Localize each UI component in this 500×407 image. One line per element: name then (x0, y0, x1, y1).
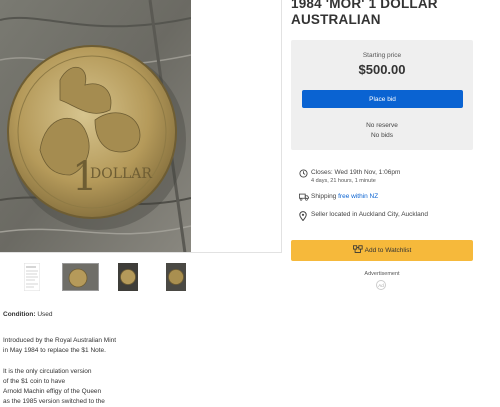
starting-price-value: $500.00 (358, 62, 406, 77)
thumbnail-coin-3[interactable] (166, 263, 186, 291)
time-remaining: 4 days, 21 hours, 1 minute (311, 178, 376, 184)
place-bid-button[interactable]: Place bid (302, 90, 463, 108)
truck-icon (299, 193, 309, 203)
condition-value: Used (37, 311, 53, 318)
add-to-watchlist-button[interactable]: Add to Watchlist (291, 240, 473, 261)
description-line: in May 1984 to replace the $1 Note. (3, 347, 106, 354)
starting-price-label: Starting price (362, 52, 402, 59)
watchlist-label: Add to Watchlist (364, 247, 412, 254)
description-line: Arnold Machin effigy of the Queen (3, 388, 102, 395)
advertisement-label: Advertisement (364, 271, 400, 277)
description-line: of the $1 coin to have (3, 378, 66, 385)
main-image-container[interactable]: 1 DOLLAR (0, 0, 282, 253)
reserve-status: No reserve (366, 122, 398, 129)
condition-row: Condition: Used (3, 311, 53, 318)
condition-label: Condition: (3, 311, 36, 318)
seller-location: Seller located in Auckland City, Aucklan… (311, 211, 428, 218)
watchlist-icon (352, 245, 363, 256)
shipping-link[interactable]: free within NZ (338, 193, 378, 200)
closing-time: Closes: Wed 19th Nov, 1:06pm (311, 169, 401, 176)
bid-count: No bids (370, 132, 394, 139)
coin-photo[interactable]: 1 DOLLAR (0, 0, 191, 253)
listing-title: 1984 'MOR' 1 DOLLAR AUSTRALIAN (291, 0, 496, 28)
listing-title-line1: 1984 'MOR' 1 DOLLAR (291, 0, 438, 11)
description-line: Introduced by the Royal Australian Mint (3, 337, 117, 344)
shipping-prefix: Shipping (311, 193, 337, 200)
thumbnail-coin-2[interactable] (118, 263, 138, 291)
location-pin-icon (299, 211, 307, 223)
description-line: as the 1985 version switched to the (3, 398, 105, 405)
clock-icon (299, 169, 308, 180)
thumbnail-strip (0, 258, 282, 298)
listing-title-line2: AUSTRALIAN (291, 12, 381, 27)
shipping-info: Shipping free within NZ (311, 193, 378, 200)
price-panel: Starting price $500.00 Place bid No rese… (291, 40, 473, 150)
thumbnail-document[interactable] (24, 263, 40, 291)
ad-badge[interactable]: Ad (376, 280, 386, 290)
thumbnail-coin-1[interactable] (62, 263, 99, 291)
description-line: It is the only circulation version (3, 368, 92, 375)
coin-denomination: DOLLAR (90, 166, 152, 182)
